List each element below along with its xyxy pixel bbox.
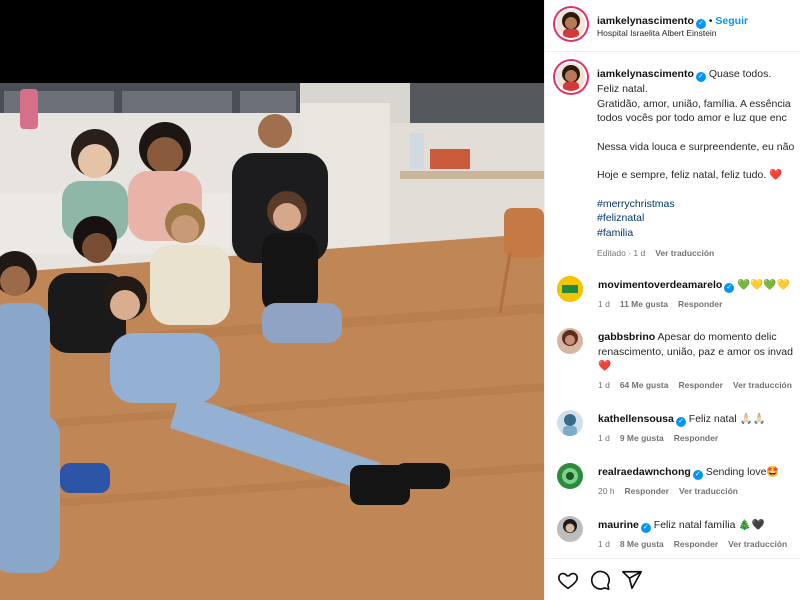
reply-button[interactable]: Responder [625, 486, 669, 496]
post-location[interactable]: Hospital Israelita Albert Einstein [597, 28, 717, 38]
hashtag-link[interactable]: #familia [597, 226, 800, 241]
caption-edited-time: Editado · 1 d [597, 248, 646, 258]
reply-button[interactable]: Responder [678, 380, 722, 390]
author-avatar[interactable] [557, 10, 585, 38]
comment-text: Feliz natal família 🎄🖤 [653, 519, 765, 531]
family-photo-illustration [0, 83, 544, 600]
comment-time: 1 d [598, 433, 610, 443]
comment-time: 20 h [598, 486, 615, 496]
commenter-username[interactable]: realraedawnchong [598, 466, 691, 478]
comment-likes[interactable]: 9 Me gusta [620, 433, 664, 443]
caption-line: todos vocês por todo amor e luz que enc [597, 112, 787, 124]
post-side-panel: iamkelynascimento ✓ • Seguir Hospital Israe… [544, 0, 800, 600]
share-icon[interactable] [621, 569, 643, 591]
separator-dot: • [708, 16, 713, 27]
caption-username[interactable]: iamkelynascimento [597, 68, 694, 80]
caption-line: Hoje e sempre, feliz natal, feliz tudo. … [597, 169, 783, 181]
commenter-avatar[interactable] [557, 328, 583, 354]
see-translation-link[interactable]: Ver traducción [733, 380, 792, 390]
verified-badge-icon: ✓ [695, 72, 706, 82]
commenter-avatar[interactable] [557, 276, 583, 302]
caption-line: Quase todos. [708, 68, 772, 80]
hashtag-link[interactable]: #feliznatal [597, 211, 800, 226]
comment-text-continued: ❤️ [598, 360, 612, 372]
comment-time: 1 d [598, 379, 610, 390]
commenter-username[interactable]: movimentoverdeamarelo [598, 279, 722, 291]
post-photo [0, 83, 544, 600]
verified-badge-icon: ✓ [692, 470, 703, 480]
commenter-username[interactable]: maurine [598, 519, 639, 531]
see-translation-link[interactable]: Ver traducción [655, 248, 714, 258]
verified-badge-icon: ✓ [640, 523, 651, 533]
verified-badge-icon: ✓ [724, 283, 735, 293]
commenter-username[interactable]: gabbsbrino [598, 331, 655, 343]
commenter-username[interactable]: kathellensousa [598, 413, 674, 425]
heart-icon[interactable] [557, 569, 579, 591]
comment-text-continued: renascimento, união, paz e amor os invad [598, 345, 793, 358]
caption-line: Gratidão, amor, união, família. A essênc… [597, 97, 791, 110]
hashtag-link[interactable]: #merrychristmas [597, 197, 800, 212]
comment-likes[interactable]: 11 Me gusta [620, 299, 668, 309]
caption-line: Nessa vida louca e surpreendente, eu não [597, 140, 795, 153]
follow-button[interactable]: Seguir [715, 15, 748, 27]
see-translation-link[interactable]: Ver traducción [728, 539, 787, 549]
commenter-avatar[interactable] [557, 463, 583, 489]
reply-button[interactable]: Responder [674, 539, 718, 549]
verified-badge-icon: ✓ [675, 417, 686, 427]
commenter-avatar[interactable] [557, 516, 583, 542]
comment-text: Sending love🤩 [705, 466, 780, 478]
comment-text: 💚💛💚💛 [737, 279, 790, 291]
caption-author-avatar[interactable] [557, 63, 585, 91]
comment-time: 1 d [598, 539, 610, 549]
comment-likes[interactable]: 64 Me gusta [620, 380, 669, 390]
comment-icon[interactable] [589, 569, 611, 591]
commenter-avatar[interactable] [557, 410, 583, 436]
post-media[interactable] [0, 0, 544, 600]
comment-time: 1 d [598, 299, 610, 309]
author-username[interactable]: iamkelynascimento [597, 15, 694, 27]
reply-button[interactable]: Responder [678, 299, 722, 309]
comment-text: Apesar do momento delic [657, 331, 777, 343]
comment-likes[interactable]: 8 Me gusta [620, 539, 664, 549]
reply-button[interactable]: Responder [674, 433, 718, 443]
post-actions-bar [545, 558, 800, 600]
post-header: iamkelynascimento ✓ • Seguir Hospital Israe… [545, 0, 800, 52]
comment-text: Feliz natal 🙏🏻🙏🏻 [688, 413, 766, 425]
caption-line: Feliz natal. [597, 83, 648, 95]
see-translation-link[interactable]: Ver traducción [679, 486, 738, 496]
